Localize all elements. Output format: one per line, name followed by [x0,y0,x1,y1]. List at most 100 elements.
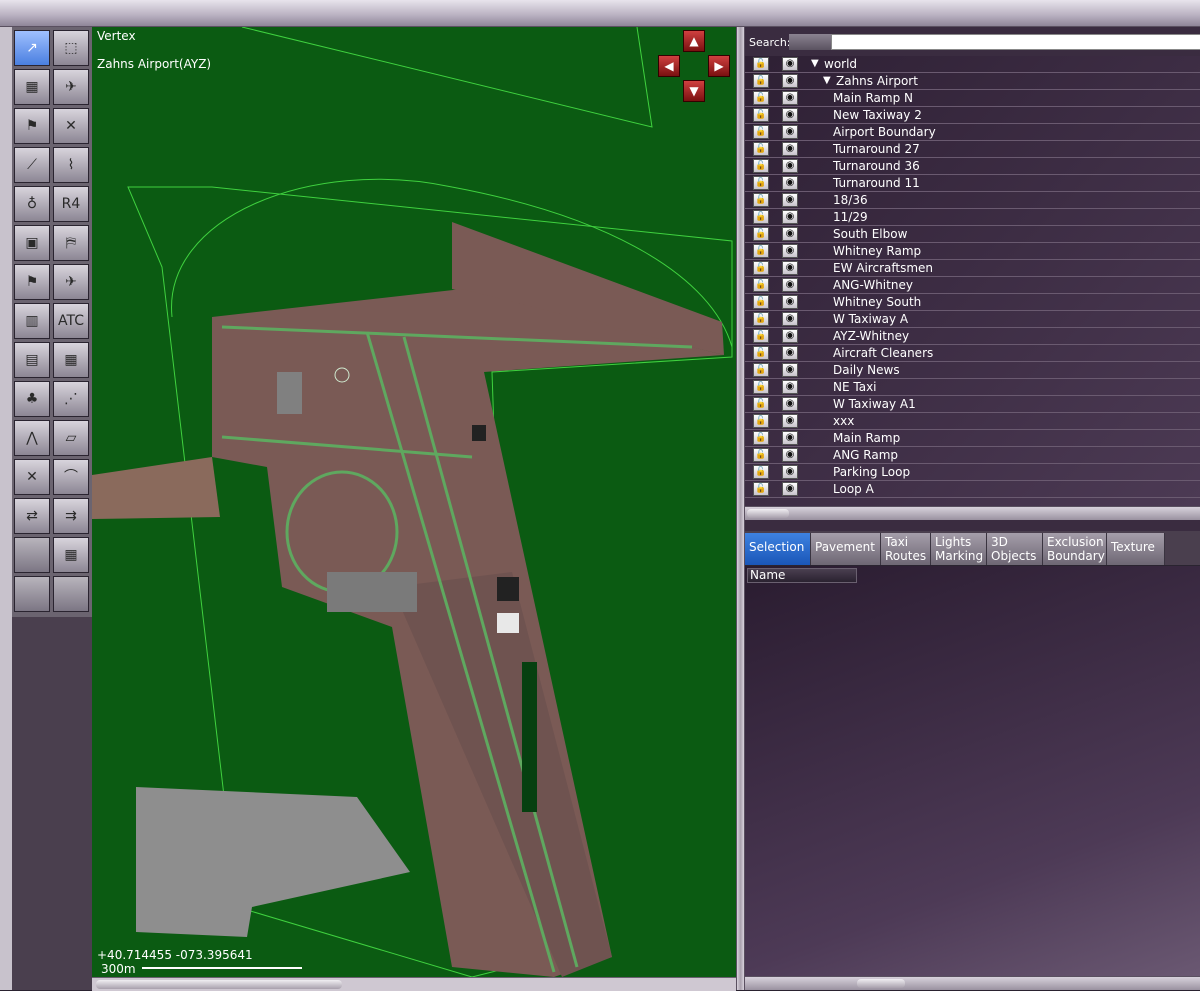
expand-triangle-icon[interactable]: ▼ [811,58,819,69]
tree-row[interactable]: 🔓 ◉ Turnaround 27 [745,141,1200,158]
map-canvas[interactable] [92,27,736,977]
eye-icon[interactable]: ◉ [782,108,798,122]
lock-icon[interactable]: 🔓 [753,210,769,224]
taxiway-tool-icon[interactable]: ✕ [53,108,89,144]
eye-icon[interactable]: ◉ [782,210,798,224]
ramp-start-tool-icon[interactable]: ⚑ [14,108,50,144]
tab-lights-marking[interactable]: Lights Marking [931,533,987,565]
eye-icon[interactable]: ◉ [782,91,798,105]
tree-row[interactable]: 🔓 ◉ Airport Boundary [745,124,1200,141]
tab-selection[interactable]: Selection [745,533,811,565]
hierarchy-tree[interactable]: 🔓 ◉ ▼ world 🔓 ◉ ▼ Zahns Airport 🔓 ◉ Main Ramp N 🔓 ◉ N… [745,56,1200,506]
forest-tool-icon[interactable]: ♣ [14,381,50,417]
tree-row[interactable]: 🔓 ◉ ANG Ramp [745,447,1200,464]
empty-tool-3[interactable] [53,576,89,612]
eye-icon[interactable]: ◉ [782,465,798,479]
lock-icon[interactable]: 🔓 [753,346,769,360]
vertex-tool-icon[interactable]: ↗ [14,30,50,66]
eye-icon[interactable]: ◉ [782,295,798,309]
map-scrollbar-thumb[interactable] [96,980,342,989]
eye-icon[interactable]: ◉ [782,448,798,462]
lock-icon[interactable]: 🔓 [753,363,769,377]
eye-icon[interactable]: ◉ [782,482,798,496]
lock-icon[interactable]: 🔓 [753,125,769,139]
lock-icon[interactable]: 🔓 [753,380,769,394]
lock-icon[interactable]: 🔓 [753,465,769,479]
autogen-tool-icon[interactable]: ▦ [53,537,89,573]
taxi-flow-tool-icon[interactable]: ⇉ [53,498,89,534]
lock-icon[interactable]: 🔓 [753,108,769,122]
lock-icon[interactable]: 🔓 [753,329,769,343]
lock-icon[interactable]: 🔓 [753,278,769,292]
eye-icon[interactable]: ◉ [782,346,798,360]
tab-pavement[interactable]: Pavement [811,533,881,565]
line-tool-icon[interactable]: ⋀ [14,420,50,456]
map-horizontal-scrollbar[interactable] [92,977,736,991]
exclusion-tool-icon[interactable]: ✕ [14,459,50,495]
eye-icon[interactable]: ◉ [782,125,798,139]
tab-exclusion-boundary[interactable]: Exclusion Boundary [1043,533,1107,565]
tree-row[interactable]: 🔓 ◉ 11/29 [745,209,1200,226]
marquee-tool-icon[interactable]: ⬚ [53,30,89,66]
eye-icon[interactable]: ◉ [782,397,798,411]
road-tool-icon[interactable]: ⌒ [53,459,89,495]
tree-row[interactable]: 🔓 ◉ Parking Loop [745,464,1200,481]
lock-icon[interactable]: 🔓 [753,448,769,462]
tree-row[interactable]: 🔓 ◉ ANG-Whitney [745,277,1200,294]
lock-icon[interactable]: 🔓 [753,91,769,105]
rotate-right-icon[interactable]: ▶ [708,55,730,77]
rotate-down-icon[interactable]: ▼ [683,80,705,102]
eye-icon[interactable]: ◉ [782,261,798,275]
lock-icon[interactable]: 🔓 [753,295,769,309]
eye-icon[interactable]: ◉ [782,193,798,207]
windsock-tool-icon[interactable]: ⛿ [53,225,89,261]
eye-icon[interactable]: ◉ [782,142,798,156]
tree-row[interactable]: 🔓 ◉ Whitney Ramp [745,243,1200,260]
tree-row[interactable]: 🔓 ◉ Whitney South [745,294,1200,311]
expand-triangle-icon[interactable]: ▼ [823,75,831,86]
tree-row[interactable]: 🔓 ◉ 18/36 [745,192,1200,209]
eye-icon[interactable]: ◉ [782,74,798,88]
tree-row[interactable]: 🔓 ◉ Turnaround 36 [745,158,1200,175]
building-tool-icon[interactable]: ▤ [14,342,50,378]
lock-icon[interactable]: 🔓 [753,193,769,207]
lock-icon[interactable]: 🔓 [753,312,769,326]
tree-row[interactable]: 🔓 ◉ Aircraft Cleaners [745,345,1200,362]
eye-icon[interactable]: ◉ [782,312,798,326]
lock-icon[interactable]: 🔓 [753,261,769,275]
search-input[interactable] [831,34,1200,50]
tree-row[interactable]: 🔓 ◉ Main Ramp [745,430,1200,447]
flow-tool-icon[interactable]: ⇄ [14,498,50,534]
tree-row[interactable]: 🔓 ◉ W Taxiway A [745,311,1200,328]
eye-icon[interactable]: ◉ [782,57,798,71]
object-tool-icon[interactable]: ▣ [14,225,50,261]
tree-row[interactable]: 🔓 ◉ NE Taxi [745,379,1200,396]
tree-scrollbar-thumb[interactable] [747,509,789,518]
tree-row[interactable]: 🔓 ◉ xxx [745,413,1200,430]
tree-row[interactable]: 🔓 ◉ South Elbow [745,226,1200,243]
tree-row[interactable]: 🔓 ◉ W Taxiway A1 [745,396,1200,413]
empty-tool-2[interactable] [14,576,50,612]
lock-icon[interactable]: 🔓 [753,397,769,411]
tree-row[interactable]: 🔓 ◉ Turnaround 11 [745,175,1200,192]
tree-row[interactable]: 🔓 ◉ Daily News [745,362,1200,379]
tree-row[interactable]: 🔓 ◉ Main Ramp N [745,90,1200,107]
taxi-route-tool-icon[interactable]: ⟋ [14,147,50,183]
attributes-horizontal-scrollbar[interactable] [745,976,1200,990]
tree-row[interactable]: 🔓 ◉ ▼ Zahns Airport [745,73,1200,90]
eye-icon[interactable]: ◉ [782,176,798,190]
facade-tool-icon[interactable]: ▥ [14,303,50,339]
eye-icon[interactable]: ◉ [782,431,798,445]
lock-icon[interactable]: 🔓 [753,414,769,428]
eye-icon[interactable]: ◉ [782,278,798,292]
panel-splitter[interactable] [736,27,745,990]
eye-icon[interactable]: ◉ [782,159,798,173]
runway-tool-icon[interactable]: ▦ [14,69,50,105]
tab-taxi-routes[interactable]: Taxi Routes [881,533,931,565]
tree-row[interactable]: 🔓 ◉ AYZ-Whitney [745,328,1200,345]
rotate-left-icon[interactable]: ◀ [658,55,680,77]
beacon-tool-icon[interactable]: ⚑ [14,264,50,300]
lock-icon[interactable]: 🔓 [753,74,769,88]
tree-row[interactable]: 🔓 ◉ EW Aircraftsmen [745,260,1200,277]
eye-icon[interactable]: ◉ [782,363,798,377]
